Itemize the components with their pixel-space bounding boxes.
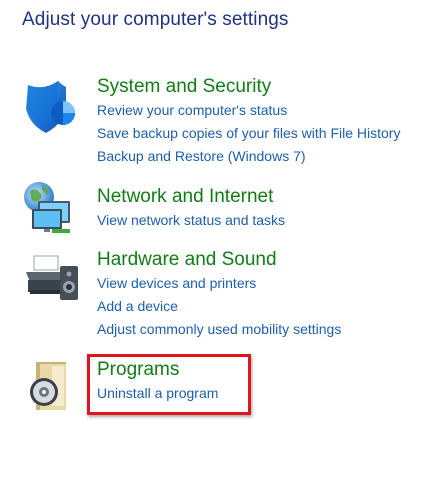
link-view-devices-and-printers[interactable]: View devices and printers xyxy=(97,272,341,295)
category-title-system-and-security[interactable]: System and Security xyxy=(97,75,400,99)
link-backup-and-restore[interactable]: Backup and Restore (Windows 7) xyxy=(97,145,400,168)
link-add-a-device[interactable]: Add a device xyxy=(97,295,341,318)
programs-disc-icon xyxy=(22,358,80,416)
link-uninstall-a-program[interactable]: Uninstall a program xyxy=(97,382,218,405)
link-review-computer-status[interactable]: Review your computer's status xyxy=(97,99,400,122)
category-title-network-and-internet[interactable]: Network and Internet xyxy=(97,185,285,209)
shield-icon xyxy=(22,79,80,137)
network-globe-icon xyxy=(22,179,80,237)
link-view-network-status[interactable]: View network status and tasks xyxy=(97,209,285,232)
printer-speaker-icon xyxy=(22,252,80,310)
category-title-hardware-and-sound[interactable]: Hardware and Sound xyxy=(97,248,341,272)
link-adjust-mobility-settings[interactable]: Adjust commonly used mobility settings xyxy=(97,318,341,341)
page-title: Adjust your computer's settings xyxy=(22,9,289,30)
category-title-programs[interactable]: Programs xyxy=(97,358,218,382)
link-save-backup-file-history[interactable]: Save backup copies of your files with Fi… xyxy=(97,122,400,145)
